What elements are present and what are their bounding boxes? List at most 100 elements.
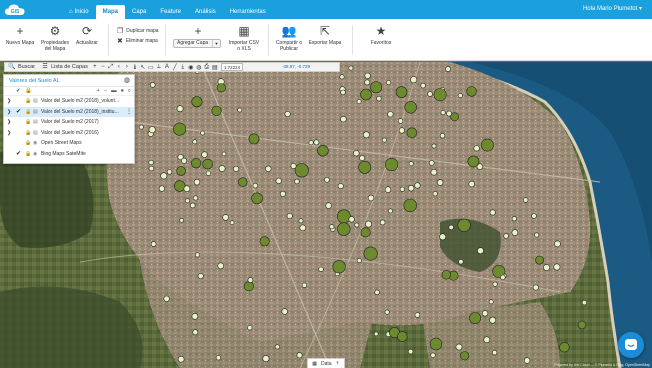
map-marker[interactable] xyxy=(148,159,154,166)
map-marker[interactable] xyxy=(436,179,444,186)
map-marker[interactable] xyxy=(450,112,459,122)
tab-herramientas[interactable]: Herramientas xyxy=(223,5,273,19)
map-marker[interactable] xyxy=(294,178,300,185)
map-marker[interactable] xyxy=(511,229,519,236)
location-icon[interactable]: ◉ xyxy=(187,64,195,71)
map-marker[interactable] xyxy=(489,209,496,216)
map-marker[interactable] xyxy=(554,240,561,248)
map-marker[interactable] xyxy=(308,140,314,146)
map-marker[interactable] xyxy=(301,282,308,288)
map-marker[interactable] xyxy=(429,337,443,351)
layer-row[interactable]: ❯ 🔒 ▤ Valor del Suelo m2 (2017) xyxy=(4,117,134,128)
map-marker[interactable] xyxy=(460,351,470,361)
map-marker[interactable] xyxy=(348,65,354,71)
map-marker[interactable] xyxy=(403,198,417,213)
add-layer-icon[interactable]: + xyxy=(97,87,100,96)
map-marker[interactable] xyxy=(543,264,550,271)
print-icon[interactable]: ⎙ xyxy=(203,64,211,71)
map-marker[interactable] xyxy=(467,155,480,168)
map-marker[interactable] xyxy=(439,132,446,139)
map-marker[interactable] xyxy=(414,312,421,318)
map-marker[interactable] xyxy=(384,186,392,193)
map-marker[interactable] xyxy=(356,258,362,264)
expand-arrow-icon[interactable]: ❯ xyxy=(7,117,11,128)
data-table-toggle[interactable]: ▦ Data ⇡ xyxy=(307,358,345,368)
map-marker[interactable] xyxy=(317,144,329,157)
map-marker[interactable] xyxy=(148,126,156,134)
map-marker[interactable] xyxy=(318,266,324,272)
map-marker[interactable] xyxy=(532,284,539,291)
map-marker[interactable] xyxy=(247,325,253,331)
map-marker[interactable] xyxy=(356,99,362,104)
map-marker[interactable] xyxy=(191,157,202,169)
map-marker[interactable] xyxy=(201,151,208,158)
layer-row-selected[interactable]: ❯ ✔ 🔒 ▤ Valor del Suelo m2 (2018)_instit… xyxy=(4,106,134,118)
map-marker[interactable] xyxy=(448,224,454,230)
map-marker[interactable] xyxy=(387,111,394,118)
map-marker[interactable] xyxy=(362,131,370,139)
map-marker[interactable] xyxy=(379,219,386,226)
map-marker[interactable] xyxy=(313,139,320,146)
expand-arrow-icon[interactable]: ❯ xyxy=(7,107,11,118)
map-marker[interactable] xyxy=(337,183,344,190)
map-marker[interactable] xyxy=(179,218,184,223)
map-marker[interactable] xyxy=(386,79,392,85)
info-icon[interactable]: ℹ xyxy=(131,64,139,71)
map-marker[interactable] xyxy=(469,312,481,324)
map-marker[interactable] xyxy=(222,214,229,221)
map-marker[interactable] xyxy=(183,185,191,192)
map-marker[interactable] xyxy=(274,344,280,350)
map-marker[interactable] xyxy=(407,348,414,355)
map-marker[interactable] xyxy=(430,168,438,176)
map-marker[interactable] xyxy=(430,352,436,358)
map-marker[interactable] xyxy=(197,273,204,280)
map-marker[interactable] xyxy=(559,342,570,353)
measure-icon[interactable]: ⟂ xyxy=(155,64,163,71)
map-marker[interactable] xyxy=(353,149,360,157)
map-marker[interactable] xyxy=(149,82,156,88)
map-marker[interactable] xyxy=(262,355,270,363)
map-marker[interactable] xyxy=(191,313,199,320)
duplicate-map-button[interactable]: ❐ Duplicar mapa xyxy=(117,27,159,35)
map-marker[interactable] xyxy=(248,133,260,145)
map-marker[interactable] xyxy=(457,218,471,232)
map-marker[interactable] xyxy=(388,208,393,214)
select-rectangle-icon[interactable]: ▭ xyxy=(147,64,155,71)
map-marker[interactable] xyxy=(439,233,447,241)
map-marker[interactable] xyxy=(191,96,203,108)
map-marker[interactable] xyxy=(374,289,380,296)
map-marker[interactable] xyxy=(243,281,254,292)
map-marker[interactable] xyxy=(367,194,375,202)
globe-icon[interactable]: ◍ xyxy=(195,64,203,71)
map-marker[interactable] xyxy=(483,336,491,344)
map-marker[interactable] xyxy=(581,300,588,306)
map-marker[interactable] xyxy=(193,195,199,201)
map-marker[interactable] xyxy=(193,178,201,186)
map-marker[interactable] xyxy=(482,310,489,317)
map-marker[interactable] xyxy=(176,105,184,113)
map-marker[interactable] xyxy=(457,92,463,98)
map-marker[interactable] xyxy=(468,180,475,188)
map-marker[interactable] xyxy=(211,105,222,116)
map-marker[interactable] xyxy=(138,124,144,130)
layer-checkbox-checked[interactable]: ✔ xyxy=(16,107,21,118)
map-marker[interactable] xyxy=(279,190,286,197)
map-marker[interactable] xyxy=(163,295,170,302)
map-marker[interactable] xyxy=(237,107,243,113)
map-marker[interactable] xyxy=(251,192,263,205)
map-marker[interactable] xyxy=(265,165,272,173)
map-marker[interactable] xyxy=(420,82,426,89)
map-marker[interactable] xyxy=(221,151,227,157)
map-marker[interactable] xyxy=(410,76,418,84)
map-marker[interactable] xyxy=(458,259,464,265)
map-marker[interactable] xyxy=(364,72,371,79)
map-marker[interactable] xyxy=(358,160,372,174)
map-marker[interactable] xyxy=(299,224,307,232)
map-marker[interactable] xyxy=(414,182,421,189)
map-marker[interactable] xyxy=(348,216,355,223)
previous-extent-icon[interactable]: ‹ xyxy=(115,64,123,70)
map-marker[interactable] xyxy=(441,270,451,280)
map-marker[interactable] xyxy=(247,277,254,283)
map-marker[interactable] xyxy=(195,252,201,258)
map-marker[interactable] xyxy=(259,236,270,247)
